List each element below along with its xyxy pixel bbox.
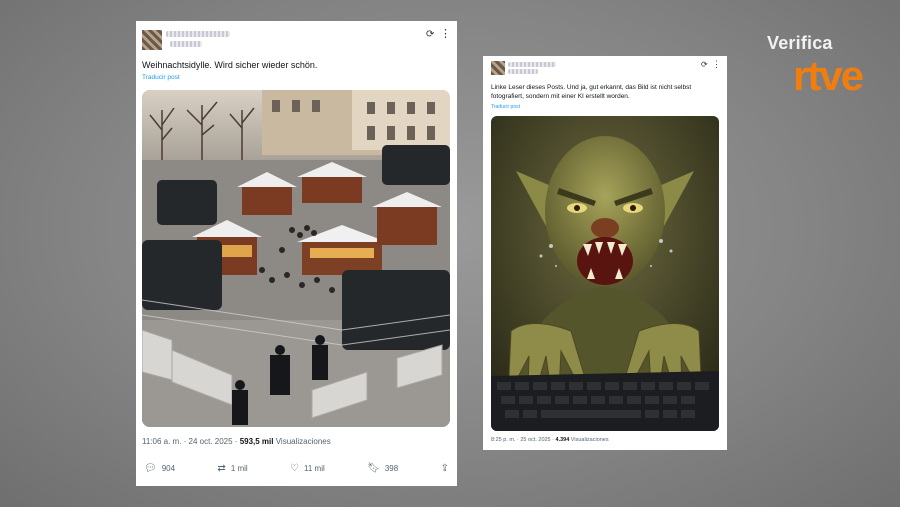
reply-count: 904 [161,464,176,473]
post-time: 11:06 a. m. · 24 oct. 2025 · [142,437,240,446]
views-label: Visualizaciones [273,437,331,446]
post-image[interactable] [142,90,450,427]
more-options-icon[interactable]: ⋮ [440,27,451,40]
post-timestamp[interactable]: 11:06 a. m. · 24 oct. 2025 · 593,5 mil V… [142,437,331,446]
action-bar: 💬︎ 904 ⇄ 1 mil ♡ 11 mil 🔖︎ 398 ⇪ [144,463,449,474]
reply-icon: 💬︎ [144,463,157,474]
post-card-2: ⟳ ⋮ Linke Leser dieses Posts. Und ja, gu… [483,56,727,450]
post-time: 8:25 p. m. · 25 oct. 2025 · [491,437,556,443]
post-timestamp[interactable]: 8:25 p. m. · 25 oct. 2025 · 4.394 Visual… [491,437,609,443]
blurred-username [508,62,556,67]
repost-icon: ⇄ [217,463,226,474]
view-count: 4.394 [555,437,570,443]
bookmark-button[interactable]: 🔖︎ 398 [367,463,398,474]
translate-post-link[interactable]: Traducir post [142,74,180,81]
view-count: 593,5 mil [239,437,274,446]
bookmark-icon: 🔖︎ [367,463,380,474]
reply-button[interactable]: 💬︎ 904 [144,463,175,474]
blurred-handle [508,69,538,74]
more-options-icon[interactable]: ⋮ [712,59,721,70]
share-button[interactable]: ⇪ [441,463,449,474]
christmas-market-photo-icon [142,90,450,427]
grok-icon[interactable]: ⟳ [426,29,434,40]
blurred-username [166,31,230,37]
grok-icon[interactable]: ⟳ [701,60,708,69]
blurred-handle [170,41,202,47]
translate-post-link[interactable]: Traducir post [491,104,520,110]
avatar[interactable] [491,61,505,75]
post-text: Linke Leser dieses Posts. Und ja, gut er… [491,84,692,100]
bookmark-count: 398 [384,464,399,473]
views-label: Visualizaciones [569,437,609,443]
verifica-logo-text: Verifica [767,33,833,53]
avatar[interactable] [142,30,162,50]
heart-icon: ♡ [290,463,300,474]
repost-button[interactable]: ⇄ 1 mil [217,463,247,474]
troll-keyboard-illustration-icon [491,116,719,431]
like-count: 11 mil [304,464,325,473]
repost-count: 1 mil [230,464,248,473]
post-image[interactable] [491,116,719,431]
like-button[interactable]: ♡ 11 mil [290,463,325,474]
rtve-logo: rtve [793,52,864,99]
post-card-1: ⟳ ⋮ Weihnachtsidylle. Wird sicher wieder… [136,21,457,486]
post-text: Weihnachtsidylle. Wird sicher wieder sch… [142,60,318,70]
share-icon: ⇪ [440,463,449,474]
